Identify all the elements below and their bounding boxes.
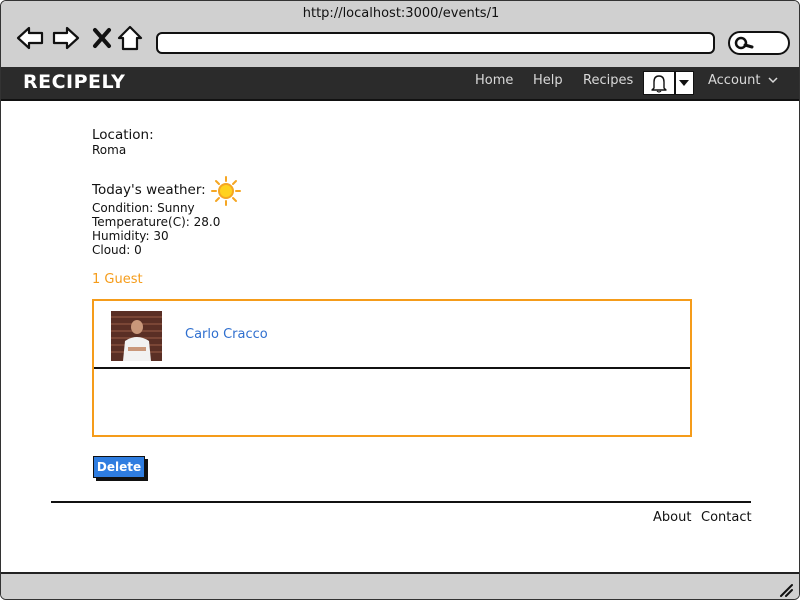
browser-search-box[interactable] [728, 31, 790, 55]
footer-divider [51, 501, 751, 503]
resize-grip-icon[interactable] [779, 583, 793, 597]
event-details: Location: Roma Today's weather: Conditio… [92, 127, 702, 478]
guest-count: 1 Guest [92, 272, 143, 287]
footer-contact-link[interactable]: Contact [701, 510, 752, 525]
account-label: Account [708, 73, 761, 88]
guest-list: Carlo Cracco [92, 299, 692, 437]
avatar [111, 311, 162, 361]
chevron-down-icon [768, 77, 778, 84]
weather-temperature: Temperature(C): 28.0 [92, 215, 221, 229]
delete-button[interactable]: Delete [93, 456, 145, 478]
nav-recipes-link[interactable]: Recipes [583, 73, 633, 88]
bell-icon[interactable] [643, 71, 675, 95]
nav-account-menu[interactable]: Account [708, 73, 778, 88]
browser-window: http://localhost:3000/events/1 RECIPELY … [0, 0, 800, 600]
location-label: Location: [92, 127, 154, 143]
browser-toolbar: http://localhost:3000/events/1 [1, 1, 799, 69]
notifications-dropdown[interactable] [643, 71, 694, 95]
brand-logo[interactable]: RECIPELY [23, 71, 125, 93]
weather-cloud: Cloud: 0 [92, 243, 142, 257]
weather-condition: Condition: Sunny [92, 201, 195, 215]
nav-help-link[interactable]: Help [533, 73, 563, 88]
list-item[interactable]: Carlo Cracco [94, 301, 690, 369]
nav-home-link[interactable]: Home [475, 73, 513, 88]
location-value: Roma [92, 143, 127, 157]
home-icon[interactable] [115, 23, 145, 53]
search-icon [734, 36, 754, 50]
address-bar[interactable] [156, 32, 715, 54]
footer-about-link[interactable]: About [653, 510, 691, 525]
browser-status-bar [1, 572, 799, 599]
app-navbar: RECIPELY Home Help Recipes Account [1, 67, 799, 101]
weather-title: Today's weather: [92, 182, 206, 198]
weather-humidity: Humidity: 30 [92, 229, 169, 243]
forward-icon[interactable] [51, 23, 81, 53]
page-url: http://localhost:3000/events/1 [302, 6, 500, 21]
chevron-down-icon[interactable] [675, 71, 694, 95]
close-icon[interactable] [87, 23, 117, 53]
back-icon[interactable] [15, 23, 45, 53]
guest-name-link[interactable]: Carlo Cracco [185, 327, 268, 342]
weather-details: Condition: Sunny Temperature(C): 28.0 Hu… [92, 201, 220, 257]
